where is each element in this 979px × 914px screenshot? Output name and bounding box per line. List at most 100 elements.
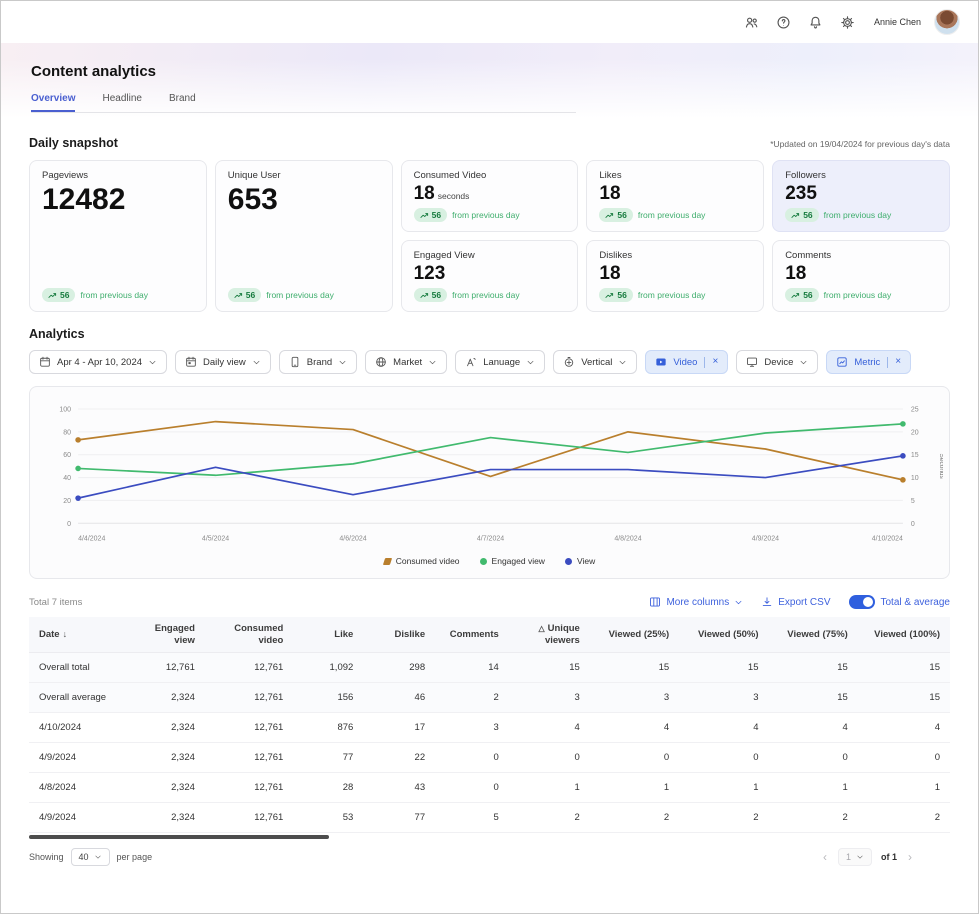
column-header-viewed-50[interactable]: Viewed (50%) (679, 617, 768, 652)
column-header-unique-viewers[interactable]: △Unique viewers (509, 617, 590, 652)
device-icon (746, 356, 758, 368)
cell-viewed-75: 15 (769, 683, 858, 713)
legend-marker (383, 558, 392, 565)
sort-desc-icon[interactable]: ↓ (63, 629, 68, 639)
cell-consumed-video: 12,761 (205, 653, 293, 683)
cell-engaged-view: 2,324 (126, 803, 205, 833)
cell-viewed-25: 3 (590, 683, 679, 713)
export-csv-button[interactable]: Export CSV (761, 596, 830, 608)
card-value: 653 (228, 184, 380, 216)
card-delta-row: 56from previous day (414, 208, 566, 222)
showing-label: Showing (29, 852, 64, 862)
daily-snapshot-section: Daily snapshot *Updated on 19/04/2024 fo… (1, 136, 978, 312)
filter-chip-lanuage[interactable]: Lanuage (455, 350, 545, 374)
next-page-button[interactable]: › (906, 850, 914, 864)
delta-note: from previous day (452, 290, 520, 300)
trend-up-icon (48, 291, 57, 300)
cell-comments: 0 (435, 773, 509, 803)
filter-chip-daily-view[interactable]: Daily view (175, 350, 271, 374)
column-header-viewed-100[interactable]: Viewed (100%) (858, 617, 950, 652)
delta-note: from previous day (452, 210, 520, 220)
svg-text:25: 25 (911, 407, 919, 414)
delta-value: 56 (617, 210, 626, 220)
column-label: Like (334, 629, 353, 640)
horizontal-scrollbar-thumb[interactable] (29, 835, 329, 839)
card-delta-row: 56from previous day (42, 288, 194, 302)
cell-viewed-50: 2 (679, 803, 768, 833)
total-average-toggle[interactable]: Total & average (849, 595, 951, 609)
page-of-label: of 1 (881, 852, 897, 862)
tab-headline[interactable]: Headline (102, 93, 141, 112)
delta-badge: 56 (599, 208, 632, 222)
filter-chip-apr-4-apr-10-2024[interactable]: Apr 4 - Apr 10, 2024 (29, 350, 167, 374)
tab-overview[interactable]: Overview (31, 93, 75, 112)
help-icon[interactable] (774, 13, 793, 32)
cell-viewed-25: 1 (590, 773, 679, 803)
more-columns-button[interactable]: More columns (649, 596, 743, 608)
trend-up-icon (605, 211, 614, 220)
column-header-dislike[interactable]: Dislike (363, 617, 435, 652)
legend-item-view[interactable]: View (565, 556, 595, 566)
language-icon (465, 356, 477, 368)
cell-date: 4/9/2024 (29, 803, 126, 833)
page-number-select[interactable]: 1 (838, 848, 872, 866)
cell-dislike: 46 (363, 683, 435, 713)
close-icon[interactable]: × (712, 357, 718, 367)
cell-viewed-100: 15 (858, 683, 950, 713)
column-label: Viewed (25%) (609, 629, 670, 640)
prev-page-button[interactable]: ‹ (821, 850, 829, 864)
column-header-engaged-view[interactable]: Engaged view (126, 617, 205, 652)
page-size-select[interactable]: 40 (71, 848, 110, 866)
delta-note: from previous day (266, 290, 334, 300)
column-header-comments[interactable]: Comments (435, 617, 509, 652)
column-header-date[interactable]: Date↓ (29, 617, 126, 652)
legend-item-consumed-video[interactable]: Consumed video (384, 556, 460, 566)
chevron-down-icon (734, 598, 743, 607)
bell-icon[interactable] (806, 13, 825, 32)
card-dislikes: Dislikes1856from previous day (586, 240, 764, 312)
legend-marker (565, 558, 572, 565)
filter-chip-vertical[interactable]: Vertical (553, 350, 637, 374)
cell-viewed-75: 0 (769, 743, 858, 773)
column-header-consumed-video[interactable]: Consumed video (205, 617, 293, 652)
tab-brand[interactable]: Brand (169, 93, 196, 112)
card-label: Likes (599, 170, 751, 181)
legend-item-engaged-view[interactable]: Engaged view (480, 556, 545, 566)
svg-text:4/5/2024: 4/5/2024 (202, 535, 229, 542)
column-header-viewed-25[interactable]: Viewed (25%) (590, 617, 679, 652)
filter-chip-brand[interactable]: Brand (279, 350, 357, 374)
download-icon (761, 596, 773, 608)
filter-label: Vertical (581, 357, 612, 368)
cell-like: 53 (293, 803, 363, 833)
column-header-viewed-75[interactable]: Viewed (75%) (769, 617, 858, 652)
filter-label: Video (673, 357, 697, 368)
trend-up-icon (420, 291, 429, 300)
card-unit: seconds (438, 191, 470, 201)
cell-comments: 14 (435, 653, 509, 683)
toggle-switch[interactable] (849, 595, 875, 609)
filter-chip-metric[interactable]: Metric× (826, 350, 911, 374)
calendar-day-icon (185, 356, 197, 368)
filter-chip-video[interactable]: Video × (645, 350, 728, 374)
legend-label: View (577, 556, 595, 566)
page-header: Content analytics Overview Headline Bran… (1, 43, 978, 121)
cell-viewed-100: 0 (858, 743, 950, 773)
card-delta-row: 56from previous day (785, 208, 937, 222)
tabs: Overview Headline Brand (31, 93, 948, 112)
gear-icon[interactable] (838, 13, 857, 32)
filter-chip-market[interactable]: Market (365, 350, 447, 374)
column-header-like[interactable]: Like (293, 617, 363, 652)
card-comments: Comments1856from previous day (772, 240, 950, 312)
card-unique-user: Unique User65356from previous day (215, 160, 393, 312)
close-icon[interactable]: × (895, 357, 901, 367)
delta-note: from previous day (80, 290, 148, 300)
table-row: 4/8/20242,32412,7612843011111 (29, 773, 950, 803)
people-icon[interactable] (742, 13, 761, 32)
card-label: Dislikes (599, 250, 751, 261)
delta-badge: 56 (785, 288, 818, 302)
svg-text:5: 5 (911, 498, 915, 505)
cell-viewed-25: 15 (590, 653, 679, 683)
avatar[interactable] (934, 9, 960, 35)
card-delta-row: 56from previous day (599, 288, 751, 302)
filter-chip-device[interactable]: Device (736, 350, 818, 374)
